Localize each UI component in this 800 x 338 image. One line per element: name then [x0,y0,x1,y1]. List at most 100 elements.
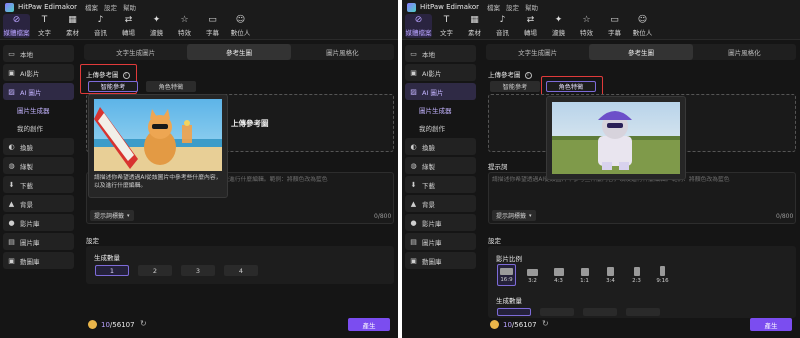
refresh-icon[interactable]: ↻ [542,319,549,328]
count-option-3[interactable] [583,308,617,316]
tool-transition[interactable]: ⇄ 轉場 [517,14,544,38]
sidebar-item-label: 圖片庫 [20,238,40,247]
tool-text[interactable]: T 文字 [31,14,58,38]
tab-reference-image[interactable]: 參考生圖 [589,44,693,60]
reference-preview-popup: 請描述你希望透過AI從該圖片中參考些什麼內容，以及進行什麼編輯。 [88,94,228,198]
sidebar-item-video-library[interactable]: ● 影片庫 [3,214,74,231]
ratio-3-2[interactable]: 3:2 [523,264,542,286]
ratio-9-16[interactable]: 9:16 [653,264,672,286]
tool-media[interactable]: ⊘ 媒體檔案 [3,14,30,38]
ratio-4-3[interactable]: 4:3 [549,264,568,286]
tool-audio[interactable]: ♪ 音訊 [87,14,114,38]
sidebar-item-gif-library[interactable]: ▣ 動圖庫 [3,252,74,269]
tool-label: 轉場 [524,29,537,37]
tool-audio[interactable]: ♪ 音訊 [489,14,516,38]
count-label: 生成數量 [94,254,120,262]
bottom-bar: 10/56107 ↻ 產生 [84,316,394,334]
sidebar-item-record[interactable]: ◍ 綠製 [3,157,74,174]
tool-text[interactable]: T 文字 [433,14,460,38]
download-icon: ⬇ [8,180,15,189]
count-option-3[interactable]: 3 [181,265,215,276]
sidebar-sub-my-creations[interactable]: 我的創作 [405,120,476,136]
sidebar-item-local[interactable]: ▭ 本地 [3,45,74,62]
prompt-title: 提示詞 [488,163,508,171]
tool-filter[interactable]: ✦ 濾鏡 [545,14,572,38]
count-option-4[interactable]: 4 [224,265,258,276]
tab-text-to-image[interactable]: 文字生成圖片 [486,44,589,60]
credits-total: /56107 [109,321,135,329]
tool-avatar[interactable]: ☺ 數位人 [629,14,656,38]
sidebar-item-local[interactable]: ▭ 本地 [405,45,476,62]
sidebar-item-ai-video[interactable]: ▣ AI影片 [405,64,476,81]
sidebar-item-image-library[interactable]: ▤ 圖片庫 [3,233,74,250]
smart-reference-tab[interactable]: 智能參考 [490,81,540,92]
tool-label: 媒體檔案 [3,29,30,37]
ratio-1-1[interactable]: 1:1 [575,264,594,286]
tool-effects[interactable]: ☆ 特效 [573,14,600,38]
sidebar-item-gif-library[interactable]: ▣ 動圖庫 [405,252,476,269]
tab-style-transfer[interactable]: 圖片風格化 [291,44,394,60]
menu-file[interactable]: 檔案 [487,2,500,12]
left-window: HitPaw Edimakor 檔案 設定 幫助 ⊘ 媒體檔案 T 文字 ▦ 素材 ♪… [0,0,398,338]
tab-reference-image[interactable]: 參考生圖 [187,44,291,60]
tool-subtitle[interactable]: ▭ 字幕 [199,14,226,38]
menu-file[interactable]: 檔案 [85,2,98,12]
sidebar-item-ai-video[interactable]: ▣ AI影片 [3,64,74,81]
tool-material[interactable]: ▦ 素材 [461,14,488,38]
right-window: HitPaw Edimakor 檔案 設定 幫助 ⊘ 媒體檔案 T 文字 ▦ 素材 ♪… [402,0,800,338]
sidebar-item-label: 綠製 [20,162,33,171]
tab-text-to-image[interactable]: 文字生成圖片 [84,44,187,60]
sidebar-item-background[interactable]: ▲ 背景 [3,195,74,212]
video-library-icon: ● [8,218,15,227]
sidebar-item-faceswap[interactable]: ◐ 換臉 [405,138,476,155]
audio-icon: ♪ [499,15,506,25]
sidebar-sub-image-generator[interactable]: 圖片生成器 [3,102,74,118]
ratio-2-3[interactable]: 2:3 [627,264,646,286]
sidebar-item-background[interactable]: ▲ 背景 [405,195,476,212]
sidebar-item-image-library[interactable]: ▤ 圖片庫 [405,233,476,250]
generator-tabs: 文字生成圖片 參考生圖 圖片風格化 [84,44,394,60]
sidebar-item-ai-image[interactable]: ▨ AI 圖片 [3,83,74,100]
download-icon: ⬇ [410,180,417,189]
sidebar-item-label: 動圖庫 [422,257,442,266]
tab-style-transfer[interactable]: 圖片風格化 [693,44,796,60]
sidebar-item-ai-image[interactable]: ▨ AI 圖片 [405,83,476,100]
sidebar-sub-my-creations[interactable]: 我的創作 [3,120,74,136]
sidebar-sub-image-generator[interactable]: 圖片生成器 [405,102,476,118]
tool-subtitle[interactable]: ▭ 字幕 [601,14,628,38]
menu-settings[interactable]: 設定 [506,2,519,12]
tool-transition[interactable]: ⇄ 轉場 [115,14,142,38]
prompt-tags-button[interactable]: 提示詞標籤 ▾ [90,210,134,221]
sidebar-item-record[interactable]: ◍ 綠製 [405,157,476,174]
tool-effects[interactable]: ☆ 特效 [171,14,198,38]
count-option-1[interactable] [497,308,531,316]
avatar-icon: ☺ [637,15,648,25]
settings-title: 設定 [488,237,501,245]
generate-button[interactable]: 產生 [750,318,792,331]
tool-media[interactable]: ⊘ 媒體檔案 [405,14,432,38]
prompt-tags-button[interactable]: 提示詞標籤 ▾ [492,210,536,221]
count-option-4[interactable] [626,308,660,316]
character-feature-tab[interactable]: 角色特徵 [146,81,196,92]
tool-filter[interactable]: ✦ 濾鏡 [143,14,170,38]
sidebar-item-download[interactable]: ⬇ 下載 [3,176,74,193]
count-option-2[interactable] [540,308,574,316]
count-option-2[interactable]: 2 [138,265,172,276]
title-bar: HitPaw Edimakor 檔案 設定 幫助 [0,0,398,14]
ratio-16-9[interactable]: 16:9 [497,264,516,286]
menu-help[interactable]: 幫助 [525,2,538,12]
ratio-3-4[interactable]: 3:4 [601,264,620,286]
menu-help[interactable]: 幫助 [123,2,136,12]
ratio-label-text: 3:4 [606,278,615,284]
count-option-1[interactable]: 1 [95,265,129,276]
smart-reference-tab[interactable]: 智能參考 [88,81,138,92]
generate-button[interactable]: 產生 [348,318,390,331]
info-icon[interactable]: i [524,71,532,79]
refresh-icon[interactable]: ↻ [140,319,147,328]
sidebar-item-video-library[interactable]: ● 影片庫 [405,214,476,231]
tool-avatar[interactable]: ☺ 數位人 [227,14,254,38]
menu-settings[interactable]: 設定 [104,2,117,12]
sidebar-item-download[interactable]: ⬇ 下載 [405,176,476,193]
tool-material[interactable]: ▦ 素材 [59,14,86,38]
sidebar-item-faceswap[interactable]: ◐ 換臉 [3,138,74,155]
